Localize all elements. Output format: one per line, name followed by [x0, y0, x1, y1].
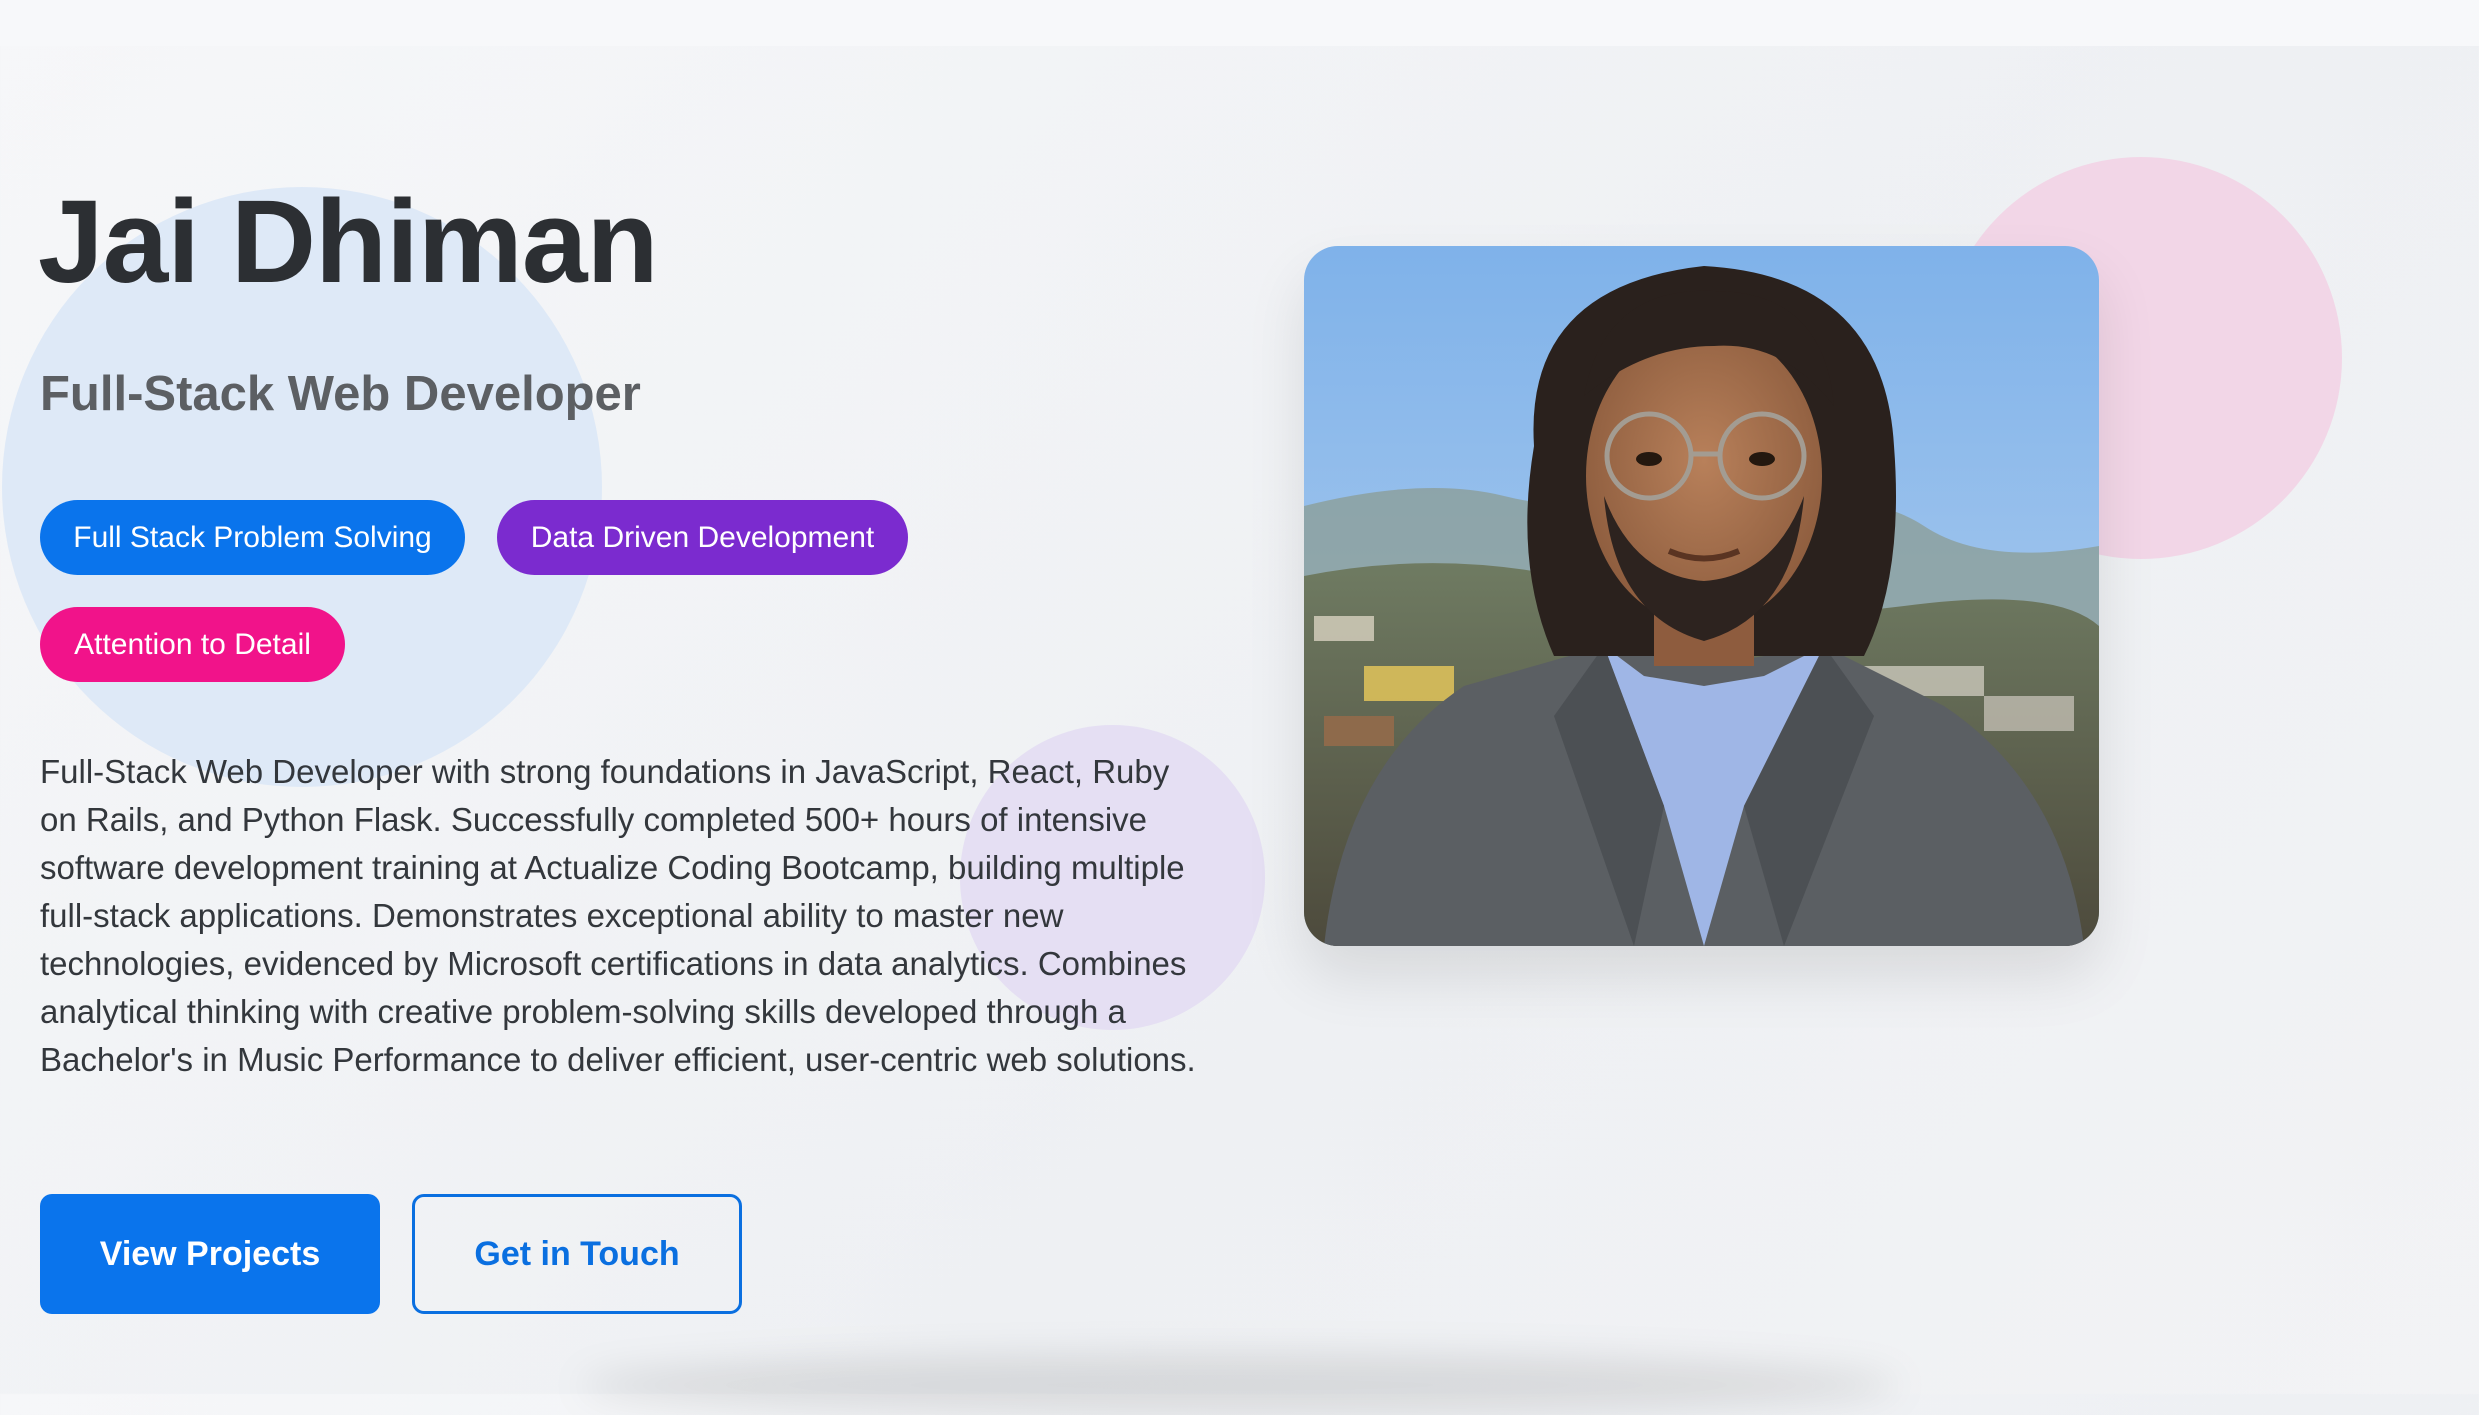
hero-bio: Full-Stack Web Developer with strong fou…: [40, 753, 1196, 1078]
view-projects-button[interactable]: View Projects: [40, 1194, 380, 1314]
hero-name: Jai Dhiman: [38, 176, 659, 308]
top-bar: [0, 0, 2479, 46]
profile-photo: [1304, 246, 2099, 946]
skill-tag-full-stack: Full Stack Problem Solving: [40, 500, 465, 575]
skill-tag-attention-detail: Attention to Detail: [40, 607, 345, 682]
skill-tag-data-driven: Data Driven Development: [497, 500, 908, 575]
get-in-touch-button[interactable]: Get in Touch: [412, 1194, 742, 1314]
section-divider-shadow: [580, 1355, 1900, 1415]
profile-photo-illustration: [1304, 246, 2099, 946]
hero-title: Full-Stack Web Developer: [40, 367, 641, 421]
